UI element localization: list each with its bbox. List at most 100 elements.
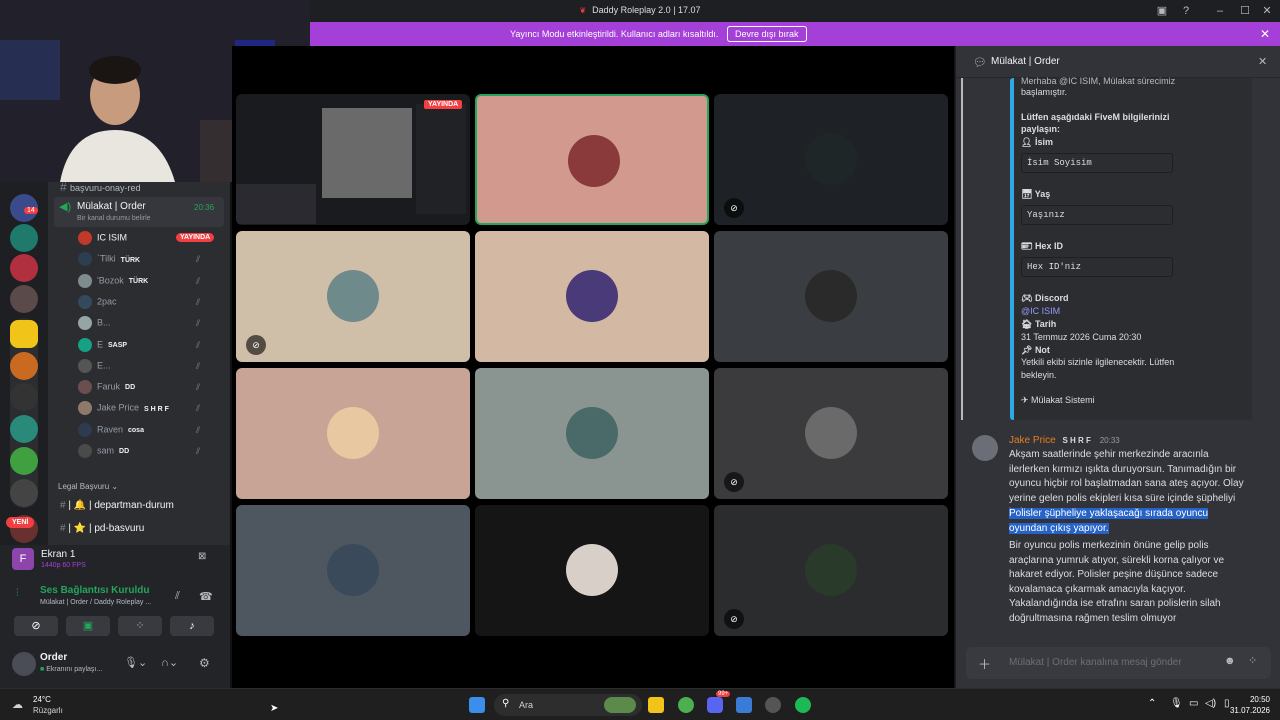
voice-user[interactable]: 'Bozok TÜRK ⫽ <box>78 273 223 294</box>
discord-icon[interactable] <box>707 697 723 713</box>
spotify-icon[interactable] <box>795 697 811 713</box>
message-input-box[interactable]: ＋ Mülakat | Order kanalına mesaj gönder … <box>966 647 1271 679</box>
weather-icon[interactable]: ☁ <box>12 698 23 711</box>
close-window-button[interactable]: ✕ <box>1260 4 1274 18</box>
soundboard-button[interactable]: ♪ <box>170 616 214 636</box>
voice-user[interactable]: sam DD ⫽ <box>78 444 223 464</box>
close-icon[interactable]: ✕ <box>1260 27 1270 41</box>
stop-stream-icon[interactable]: ⊠ <box>198 551 206 562</box>
taskbar-search[interactable]: ⚲ Ara <box>494 694 642 716</box>
inbox-icon[interactable]: ▣ <box>1155 4 1169 18</box>
server-icon[interactable] <box>10 254 38 282</box>
avatar[interactable] <box>78 231 92 245</box>
network-icon[interactable]: ▭ <box>1189 698 1198 709</box>
avatar[interactable] <box>78 358 92 373</box>
avatar[interactable] <box>78 337 92 352</box>
chrome-icon[interactable] <box>678 697 694 713</box>
video-tile[interactable] <box>236 505 470 636</box>
settings-gear-icon[interactable]: ⚙ <box>199 656 210 670</box>
activities-button[interactable]: ⁘ <box>118 616 162 636</box>
screen-share-icon: F <box>12 548 34 570</box>
file-explorer-icon[interactable] <box>648 697 664 713</box>
category-label[interactable]: Legal Başvuru ⌄ <box>58 482 228 502</box>
emoji-icon[interactable]: ☻ <box>1224 655 1236 667</box>
volume-icon[interactable]: ◁) <box>1205 698 1216 709</box>
avatar[interactable] <box>78 294 92 309</box>
server-icon[interactable] <box>10 224 38 252</box>
add-attachment-icon[interactable]: ＋ <box>978 654 991 673</box>
deafened-icon: ⫽ <box>196 318 201 329</box>
avatar[interactable] <box>78 401 92 416</box>
avatar[interactable] <box>78 316 92 331</box>
avatar[interactable] <box>78 380 92 395</box>
video-tile[interactable] <box>475 231 709 362</box>
channel-item[interactable]: # | ⭐ | pd-basvuru <box>60 523 230 543</box>
video-tile[interactable] <box>714 231 948 362</box>
connection-status[interactable]: Ses Bağlantısı Kuruldu <box>40 585 149 596</box>
voice-user[interactable]: E SASP ⫽ <box>78 337 223 358</box>
voice-status[interactable]: Bir kanal durumu belirle <box>77 215 151 222</box>
microphone-icon[interactable]: 🎙︎ <box>1170 698 1183 709</box>
stream-button[interactable]: ▣ <box>66 616 110 636</box>
folder-icon[interactable] <box>10 320 38 348</box>
voice-user[interactable]: B... ⫽ <box>78 316 223 336</box>
microphone-icon[interactable]: 🎙︎⌄ <box>124 656 147 669</box>
video-tile[interactable] <box>475 368 709 499</box>
video-tile[interactable]: ⊘ <box>714 505 948 636</box>
server-icon[interactable] <box>10 285 38 313</box>
video-tile[interactable]: ⊘ <box>236 231 470 362</box>
video-tile[interactable]: ⊘ <box>714 368 948 499</box>
avatar[interactable] <box>12 652 36 676</box>
author-name[interactable]: Jake Price <box>1009 435 1056 446</box>
headphones-icon[interactable]: ∩⌄ <box>161 656 178 669</box>
clock-time[interactable]: 20:50 <box>1230 695 1270 704</box>
message-input[interactable]: Mülakat | Order kanalına mesaj gönder <box>1009 657 1182 668</box>
mention-link[interactable]: @IC ISIM <box>1021 306 1060 316</box>
server-icon[interactable] <box>10 447 38 475</box>
voice-user[interactable]: Jake Price S H R F ⫽ <box>78 401 223 421</box>
avatar[interactable] <box>78 252 92 267</box>
avatar[interactable] <box>78 422 92 437</box>
taskbar: ☁ 24°C Rüzgarlı ➤ ⚲ Ara 99+ ⌃ 🎙︎ ▭ ◁) ▯ … <box>0 688 1280 720</box>
server-icon[interactable] <box>10 352 38 380</box>
disconnect-icon[interactable]: ☎ <box>199 590 213 603</box>
avatar[interactable] <box>78 444 92 458</box>
video-tile[interactable] <box>475 505 709 636</box>
disable-streamer-mode-button[interactable]: Devre dışı bırak <box>727 26 807 42</box>
voice-user[interactable]: E... ⫽ <box>78 358 223 379</box>
clock-date[interactable]: 31.07.2026 <box>1220 706 1270 715</box>
video-tile[interactable] <box>475 94 709 225</box>
help-icon[interactable]: ? <box>1179 4 1193 18</box>
channel-item[interactable]: # | 🔔 | departman-durum <box>60 500 230 520</box>
voice-user[interactable]: 2pac ⫽ <box>78 294 223 315</box>
server-icon[interactable] <box>10 415 38 443</box>
video-tile[interactable]: ⊘ <box>714 94 948 225</box>
embed-intro: Merhaba @IC ISIM, Mülakat sürecimiz <box>1021 76 1176 86</box>
minimize-button[interactable]: – <box>1213 4 1227 18</box>
noise-suppression-icon[interactable]: ⫽ <box>175 590 180 603</box>
stream-preview[interactable] <box>236 94 470 225</box>
camera-off-button[interactable]: ⊘ <box>14 616 58 636</box>
signal-icon[interactable]: ⫶ <box>16 588 19 599</box>
voice-user[interactable]: Raven cosa ⫽ <box>78 422 223 443</box>
avatar[interactable] <box>972 435 998 461</box>
close-icon[interactable]: ✕ <box>1258 55 1267 68</box>
live-badge: YAYINDA <box>176 233 215 242</box>
voice-channel-active[interactable]: ◀) Mülakat | Order 20:36 Bir kanal durum… <box>54 197 224 227</box>
username[interactable]: Order <box>40 652 67 663</box>
server-icon[interactable] <box>10 383 38 411</box>
app-icon[interactable] <box>736 697 752 713</box>
windows-start-icon[interactable] <box>469 697 485 713</box>
maximize-button[interactable]: ☐ <box>1238 4 1252 18</box>
voice-user[interactable]: IC ISIM YAYINDA <box>78 231 223 251</box>
weather-temp[interactable]: 24°C <box>33 695 51 704</box>
server-icon[interactable] <box>10 479 38 507</box>
avatar[interactable] <box>78 273 92 288</box>
user-tag: TÜRK <box>128 277 149 285</box>
apps-icon[interactable]: ⁘ <box>1248 654 1257 667</box>
app-icon[interactable] <box>765 697 781 713</box>
chevron-up-icon[interactable]: ⌃ <box>1148 698 1156 709</box>
voice-user[interactable]: `Tilki TÜRK ⫽ <box>78 252 223 272</box>
voice-user[interactable]: Faruk DD ⫽ <box>78 380 223 400</box>
video-tile[interactable] <box>236 368 470 499</box>
